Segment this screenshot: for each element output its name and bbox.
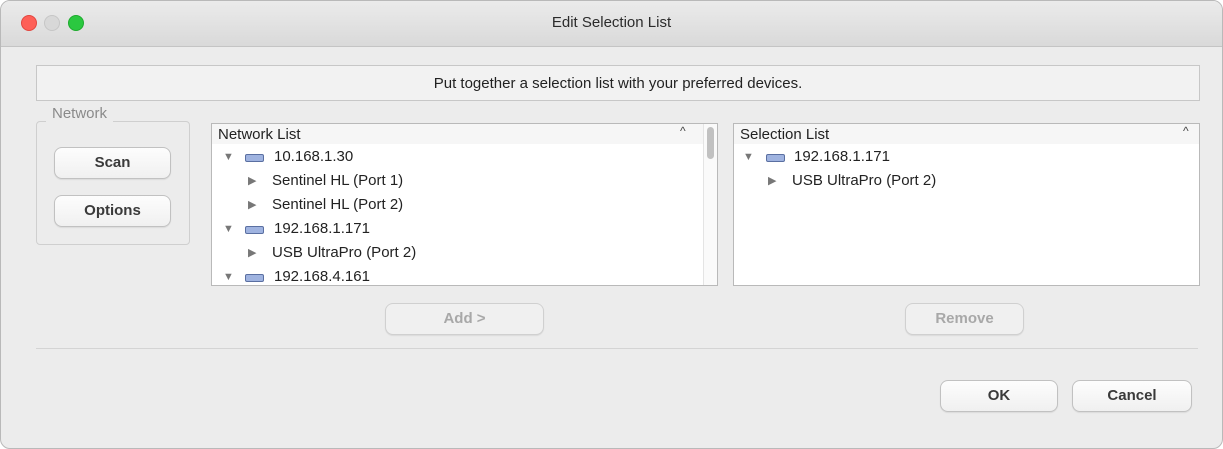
tree-row-host[interactable]: ▼ 192.168.1.171 [212, 217, 702, 241]
tree-row-device[interactable]: ▶ USB UltraPro (Port 2) [212, 241, 702, 265]
cancel-button[interactable]: Cancel [1072, 380, 1192, 412]
tree-row-label: 192.168.1.171 [274, 220, 370, 237]
network-host-icon [245, 154, 264, 162]
network-list-header[interactable]: Network List ^ [212, 124, 717, 144]
title-bar: Edit Selection List [1, 1, 1222, 47]
tree-row-label: 192.168.1.171 [794, 148, 890, 165]
scrollbar-thumb[interactable] [707, 127, 714, 159]
triangle-down-icon[interactable]: ▼ [743, 145, 754, 169]
divider [36, 348, 1198, 349]
triangle-down-icon[interactable]: ▼ [223, 265, 234, 285]
selection-list[interactable]: Selection List ^ ▼ 192.168.1.171 ▶ USB U… [733, 123, 1200, 286]
tree-row-label: USB UltraPro (Port 2) [272, 244, 417, 261]
triangle-down-icon[interactable]: ▼ [223, 217, 234, 241]
add-button[interactable]: Add > [385, 303, 544, 335]
tree-row-label: 10.168.1.30 [274, 148, 354, 165]
network-list-header-label: Network List [218, 126, 301, 143]
network-list[interactable]: Network List ^ ▼ 10.168.1.30 ▶ Sentinel … [211, 123, 718, 286]
network-host-icon [766, 154, 785, 162]
triangle-down-icon[interactable]: ▼ [223, 145, 234, 169]
triangle-right-icon[interactable]: ▶ [248, 193, 256, 217]
triangle-right-icon[interactable]: ▶ [248, 241, 256, 265]
triangle-right-icon[interactable]: ▶ [768, 169, 776, 193]
sort-ascending-icon[interactable]: ^ [1183, 124, 1189, 138]
edit-selection-list-window: Edit Selection List Put together a selec… [0, 0, 1223, 449]
network-host-icon [245, 226, 264, 234]
sort-ascending-icon[interactable]: ^ [680, 124, 686, 138]
dialog-content: Put together a selection list with your … [11, 47, 1212, 448]
options-button[interactable]: Options [54, 195, 171, 227]
tree-row-label: 192.168.4.161 [274, 268, 370, 285]
tree-row-device[interactable]: ▶ Sentinel HL (Port 1) [212, 169, 702, 193]
network-list-scrollbar[interactable] [703, 124, 717, 285]
tree-row-label: Sentinel HL (Port 2) [272, 196, 404, 213]
instruction-text: Put together a selection list with your … [433, 75, 803, 92]
ok-button[interactable]: OK [940, 380, 1058, 412]
selection-list-header-label: Selection List [740, 126, 830, 143]
instruction-banner: Put together a selection list with your … [36, 65, 1200, 101]
tree-row-host[interactable]: ▼ 192.168.4.161 [212, 265, 702, 285]
tree-row-host[interactable]: ▼ 192.168.1.171 [734, 145, 1199, 169]
selection-list-header[interactable]: Selection List ^ [734, 124, 1199, 144]
network-group-label: Network [46, 105, 114, 122]
scan-button[interactable]: Scan [54, 147, 171, 179]
triangle-right-icon[interactable]: ▶ [248, 169, 256, 193]
tree-row-label: USB UltraPro (Port 2) [792, 172, 937, 189]
tree-row-host[interactable]: ▼ 10.168.1.30 [212, 145, 702, 169]
window-title: Edit Selection List [551, 14, 672, 31]
remove-button[interactable]: Remove [905, 303, 1024, 335]
tree-row-device[interactable]: ▶ USB UltraPro (Port 2) [734, 169, 1199, 193]
tree-row-label: Sentinel HL (Port 1) [272, 172, 404, 189]
network-host-icon [245, 274, 264, 282]
tree-row-device[interactable]: ▶ Sentinel HL (Port 2) [212, 193, 702, 217]
